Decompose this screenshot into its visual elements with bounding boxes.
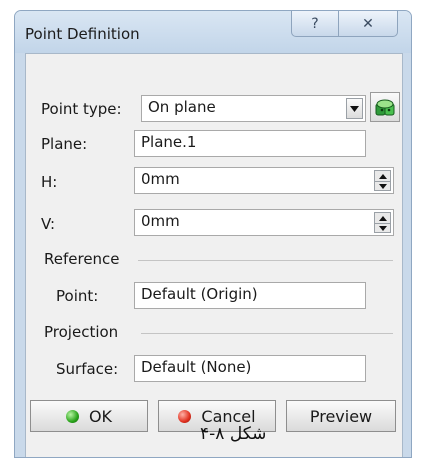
point-definition-dialog: Point Definition ? ✕ Point type: On plan…: [14, 10, 412, 458]
title-bar[interactable]: Point Definition ? ✕: [15, 11, 411, 53]
reference-point-label: Point:: [56, 287, 99, 305]
reference-point-field[interactable]: Default (Origin): [134, 282, 366, 309]
plane-field[interactable]: Plane.1: [134, 130, 366, 157]
h-label: H:: [41, 173, 58, 191]
reference-section-label: Reference: [44, 250, 120, 268]
h-spinner[interactable]: [374, 170, 391, 191]
projection-surface-label: Surface:: [56, 360, 119, 378]
help-button[interactable]: ?: [291, 11, 339, 37]
window-title: Point Definition: [25, 25, 140, 43]
spin-down-icon[interactable]: [375, 181, 390, 191]
reference-point-value: Default (Origin): [141, 285, 258, 303]
h-input[interactable]: 0mm: [134, 167, 394, 194]
plane-label: Plane:: [41, 135, 88, 153]
point-type-label: Point type:: [41, 100, 122, 118]
stacked-shapes-icon[interactable]: [370, 92, 400, 122]
projection-surface-field[interactable]: Default (None): [134, 355, 366, 382]
chevron-down-icon[interactable]: [346, 98, 363, 119]
help-icon: ?: [311, 15, 319, 32]
v-input[interactable]: 0mm: [134, 209, 394, 236]
ok-label: OK: [88, 406, 113, 426]
figure-caption: شکل ۸-۴: [200, 424, 267, 444]
point-type-select[interactable]: On plane: [141, 95, 366, 122]
point-type-value: On plane: [148, 98, 216, 116]
preview-button[interactable]: Preview: [286, 400, 396, 432]
preview-label: Preview: [309, 406, 373, 426]
red-dot-icon: [178, 409, 192, 423]
ok-button[interactable]: OK: [30, 400, 148, 432]
reference-separator: [138, 260, 393, 261]
close-button[interactable]: ✕: [338, 11, 398, 37]
projection-separator: [141, 333, 393, 334]
close-icon: ✕: [362, 15, 374, 32]
projection-section-label: Projection: [44, 323, 119, 341]
projection-surface-value: Default (None): [141, 358, 252, 376]
v-spinner[interactable]: [374, 212, 391, 233]
spin-down-icon[interactable]: [375, 223, 390, 233]
plane-value: Plane.1: [141, 133, 197, 151]
v-label: V:: [41, 215, 56, 233]
h-value: 0mm: [141, 170, 180, 188]
dialog-body: Point type: On plane Plane: Plane.1 H: 0…: [25, 53, 403, 457]
green-dot-icon: [65, 409, 79, 423]
cancel-label: Cancel: [201, 406, 256, 426]
v-value: 0mm: [141, 212, 180, 230]
